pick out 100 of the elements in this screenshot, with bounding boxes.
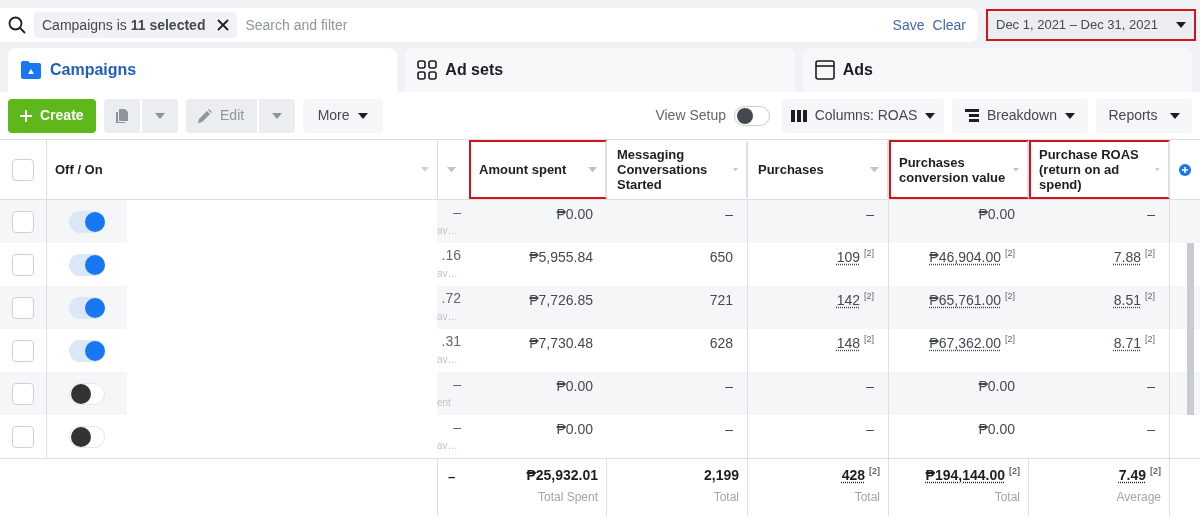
chip-label: Campaigns is 11 selected [42, 15, 206, 35]
caret-icon [1169, 112, 1180, 119]
cell-value: .72 [441, 289, 461, 308]
checkbox[interactable] [12, 158, 34, 181]
tab[interactable]: Campaigns [8, 48, 398, 92]
cell-value: 7.49 [1118, 466, 1146, 485]
total-label: Total [994, 489, 1020, 506]
cell-value: 428 [841, 466, 865, 485]
cell-value: – [725, 420, 733, 439]
toggle-switch[interactable] [69, 210, 105, 233]
search-field[interactable]: Campaigns is 11 selected Search and filter Save Clear [0, 8, 978, 42]
footnote-mark: [2] [1005, 247, 1015, 260]
footnote-mark: [2] [1145, 333, 1155, 346]
checkbox[interactable] [12, 339, 34, 362]
cell-value: .31 [441, 332, 461, 351]
checkbox[interactable] [12, 425, 34, 448]
footnote-mark: [2] [1005, 290, 1015, 303]
toggle-switch[interactable] [69, 382, 105, 405]
footnote-mark: [2] [864, 247, 874, 260]
cell-value: ₱0.00 [978, 205, 1015, 224]
cell-value: – [453, 375, 461, 394]
column-header: Purchase ROAS (return on ad spend) [1039, 147, 1140, 192]
footnote-mark: [2] [864, 290, 874, 303]
cell-value: ₱0.00 [556, 420, 593, 439]
plus-icon [20, 109, 32, 122]
cell-value: – [725, 205, 733, 224]
toggle-switch[interactable] [69, 253, 105, 276]
cell-value: – [1147, 377, 1155, 396]
checkbox[interactable] [12, 210, 34, 233]
cell-value: – [1147, 420, 1155, 439]
caret-icon [1176, 22, 1186, 28]
toggle-switch[interactable] [69, 339, 105, 362]
cell-value: – [866, 377, 874, 396]
dropdown-button[interactable] [141, 98, 178, 133]
folder-icon [20, 60, 42, 80]
filter-chip[interactable]: Campaigns is 11 selected [34, 12, 238, 38]
save-link[interactable]: Save [892, 14, 925, 36]
footnote-mark: [2] [1145, 290, 1155, 303]
cell-value: ₱194,144.00 [925, 466, 1005, 485]
cell-value: – [1147, 205, 1155, 224]
column-header: Purchases conversion value [899, 154, 1007, 185]
footnote-mark: [2] [1005, 333, 1015, 346]
cell-value: 142 [836, 291, 860, 310]
date-range-button[interactable]: Dec 1, 2021 – Dec 31, 2021 [988, 11, 1194, 39]
cell-value: 628 [709, 334, 733, 353]
cell-value: – [725, 377, 733, 396]
cell-value: ₱7,726.85 [529, 291, 593, 310]
column-header: Purchases [758, 162, 824, 177]
footnote-mark: [2] [1009, 465, 1020, 478]
search-icon [8, 16, 26, 34]
checkbox[interactable] [12, 253, 34, 276]
cell-value: 148 [836, 334, 860, 353]
more-button[interactable]: More [302, 98, 383, 133]
column-header: Messaging Conversations Started [617, 147, 709, 192]
cell-note: av… [437, 439, 458, 453]
breakdown-button[interactable]: Breakdown [952, 98, 1088, 133]
cell-value: 650 [709, 248, 733, 267]
total-label: Total [854, 489, 880, 506]
footnote-mark: [2] [1150, 465, 1161, 478]
reports-button[interactable]: Reports [1096, 98, 1192, 133]
tab[interactable]: Ads [802, 48, 1192, 92]
breakdown-icon [964, 108, 979, 123]
tab[interactable]: Ad sets [405, 48, 795, 92]
columns-button[interactable]: Columns: ROAS [782, 98, 944, 133]
duplicate-icon [113, 107, 130, 124]
pencil-icon [198, 108, 213, 123]
cell-value: 109 [836, 248, 860, 267]
total-label: Total [713, 489, 739, 506]
cell-value: – [453, 418, 461, 437]
caret-icon [1155, 166, 1160, 173]
toggle-switch[interactable] [69, 296, 105, 319]
footnote-mark: [2] [869, 465, 880, 478]
column-header: Off / On [55, 160, 103, 179]
cell-value: 2,199 [703, 466, 739, 485]
footnote-mark: [2] [864, 333, 874, 346]
view-setup-toggle[interactable] [734, 105, 770, 126]
close-icon[interactable] [217, 19, 230, 31]
window-icon [814, 60, 835, 80]
checkbox[interactable] [12, 382, 34, 405]
cell-value: 8.71 [1113, 334, 1141, 353]
clear-link[interactable]: Clear [932, 14, 966, 36]
checkbox[interactable] [12, 296, 34, 319]
view-setup-label: View Setup [655, 106, 726, 125]
cell-value: 8.51 [1113, 291, 1141, 310]
cell-note: av… [437, 267, 458, 281]
caret-icon [447, 166, 456, 173]
scrollbar[interactable] [1187, 372, 1194, 415]
dropdown-button[interactable] [258, 98, 295, 133]
duplicate-button[interactable] [103, 98, 140, 133]
footnote-mark: [2] [1145, 247, 1155, 260]
cell-value: 7.88 [1113, 248, 1141, 267]
columns-icon [790, 109, 807, 122]
caret-icon [870, 166, 879, 173]
caret-icon [271, 112, 282, 119]
total-label: Average [1116, 489, 1161, 506]
scrollbar[interactable] [1187, 243, 1194, 286]
caret-icon [1013, 166, 1019, 173]
toggle-switch[interactable] [69, 425, 105, 448]
cell-value: – [447, 468, 456, 486]
add-column-icon[interactable] [1179, 163, 1191, 176]
